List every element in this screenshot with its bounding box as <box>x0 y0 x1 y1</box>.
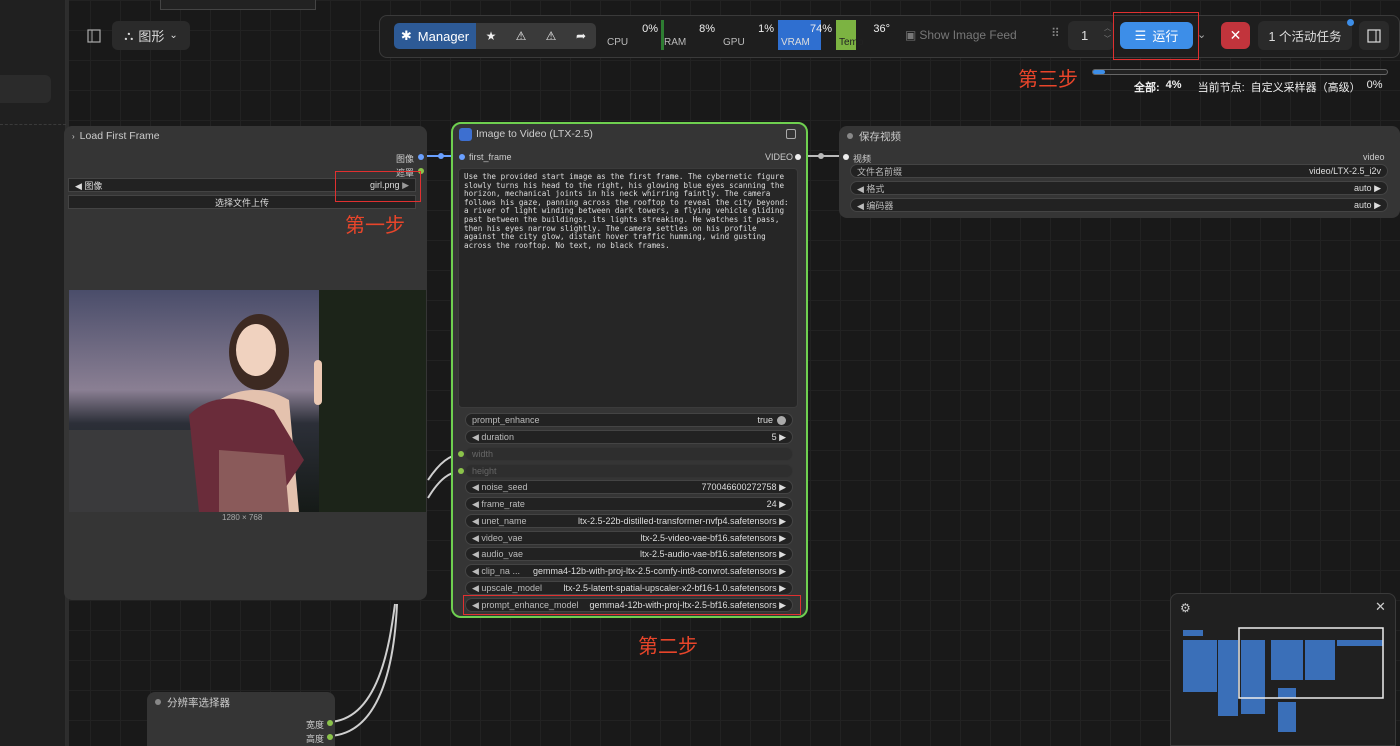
filename-prefix-field[interactable]: 文件名前缀 video/LTX-2.5_i2v <box>850 164 1388 178</box>
video-output-label-save: video <box>1363 152 1385 162</box>
progress-text: 全部: 4% 当前节点: 自定义采样器（高级） 0% <box>1134 79 1383 94</box>
image-output-label: 图像 <box>396 154 415 164</box>
height-output-port[interactable] <box>327 734 333 740</box>
gpu-monitor: 1% GPU <box>723 23 774 48</box>
expand-icon[interactable] <box>786 129 796 139</box>
close-icon[interactable]: ✕ <box>1375 599 1386 615</box>
node-badge-icon <box>459 127 472 141</box>
widget-7[interactable]: ◀ unet_name ltx-2.5-22b-distilled-transfo… <box>465 514 793 528</box>
widget-9[interactable]: ◀ audio_vae ltx-2.5-audio-vae-bf16.safete… <box>465 547 793 561</box>
puzzle-icon: ✱ <box>400 28 412 43</box>
node-alt-icon[interactable]: ⚠ <box>536 23 566 49</box>
notification-badge <box>1347 19 1354 26</box>
video-output-label: VIDEO <box>765 152 794 162</box>
collapse-icon[interactable]: › <box>72 132 75 141</box>
image-dimensions: 1280 × 768 <box>222 513 263 522</box>
arrow-right-icon[interactable]: ▶ <box>777 566 786 576</box>
step-one-label: 第一步 <box>345 213 405 237</box>
format-select[interactable]: ◀ 格式 auto ▶ <box>850 181 1388 195</box>
panel-toggle-icon[interactable] <box>80 24 108 48</box>
minimap-canvas <box>1183 627 1384 732</box>
manager-button[interactable]: ✱ Manager <box>394 23 476 49</box>
widget-input-port[interactable] <box>458 468 464 474</box>
first-frame-input-port[interactable] <box>459 154 465 160</box>
settings-sliders-icon[interactable]: ⚙ <box>1180 601 1191 615</box>
progress-bar <box>1092 69 1388 75</box>
node-status-icon <box>847 133 853 139</box>
image-feed-toggle[interactable]: ▣ Show Image Feed <box>905 28 1017 42</box>
first-frame-input-label: first_frame <box>469 152 512 162</box>
arrow-left-icon: ◀ <box>75 180 85 191</box>
width-output-label: 宽度 <box>306 720 325 730</box>
arrow-right-icon[interactable]: ▶ <box>777 499 786 509</box>
height-output-label: 高度 <box>306 734 325 744</box>
codec-select[interactable]: ◀ 编码器 auto ▶ <box>850 198 1388 212</box>
step-one-highlight <box>335 171 421 202</box>
top-tab[interactable] <box>160 0 316 10</box>
step-three-label: 第三步 <box>1018 67 1078 91</box>
video-input-port[interactable] <box>843 154 849 160</box>
temp-monitor: 36° Temp <box>836 20 894 50</box>
node-icon[interactable]: ⚠ <box>506 23 536 49</box>
widget-11[interactable]: ◀ upscale_model ltx-2.5-latent-spatial-up… <box>465 581 793 595</box>
widget-5[interactable]: ◀ noise_seed 770046600272758 ▶ <box>465 480 793 494</box>
stepper-arrows-icon[interactable]: ︿ ﹀ <box>1104 23 1111 45</box>
chevron-down-icon: ⌄ <box>169 30 178 41</box>
arrow-right-icon[interactable]: ▶ <box>777 533 786 543</box>
star-icon[interactable]: ★ <box>476 23 506 49</box>
video-output-port[interactable] <box>795 154 801 160</box>
widget-8[interactable]: ◀ video_vae ltx-2.5-video-vae-bf16.safete… <box>465 531 793 545</box>
step-two-highlight <box>463 595 801 615</box>
widget-4: height <box>465 464 793 478</box>
girl-photo <box>69 290 426 512</box>
cancel-button[interactable]: ✕ <box>1221 22 1250 49</box>
node-status-icon <box>155 699 161 705</box>
widget-3: width <box>465 447 793 461</box>
ram-monitor: 8% RAM <box>661 20 719 50</box>
graph-menu-button[interactable]: ⛬ 图形 ⌄ <box>112 21 190 50</box>
arrow-right-icon[interactable]: ▶ <box>777 432 786 442</box>
share-icon[interactable]: ➦ <box>566 23 596 49</box>
sidebar-divider <box>0 124 66 125</box>
left-sidebar <box>0 0 66 746</box>
arrow-right-icon[interactable]: ▶ <box>777 549 786 559</box>
vram-monitor: 74% VRAM <box>778 20 836 50</box>
arrow-right-icon[interactable]: ▶ <box>777 516 786 526</box>
widget-6[interactable]: ◀ frame_rate 24 ▶ <box>465 497 793 511</box>
cpu-monitor: 0% CPU <box>607 23 658 48</box>
drag-handle-icon[interactable]: ⠿ <box>1051 26 1060 40</box>
active-tasks-button[interactable]: 1 个活动任务 <box>1258 21 1352 50</box>
image-output-port[interactable] <box>418 154 424 160</box>
step-three-highlight <box>1113 12 1199 60</box>
arrow-right-icon[interactable]: ▶ <box>777 482 786 492</box>
widget-1[interactable]: prompt_enhance true <box>465 413 793 427</box>
toggle-icon[interactable] <box>777 416 786 426</box>
sidebar-item[interactable] <box>0 75 51 103</box>
widget-input-port[interactable] <box>458 451 464 457</box>
sidebar-toggle-icon[interactable] <box>1359 21 1389 50</box>
widget-10[interactable]: ◀ clip_na ... gemma4-12b-with-proj-ltx-2.… <box>465 564 793 578</box>
image-icon: ▣ <box>905 28 917 42</box>
prompt-textarea[interactable]: Use the provided start image as the firs… <box>458 168 798 408</box>
widget-2[interactable]: ◀ duration 5 ▶ <box>465 430 793 444</box>
width-output-port[interactable] <box>327 720 333 726</box>
arrow-right-icon[interactable]: ▶ <box>777 583 786 593</box>
minimap-panel[interactable]: ⚙ ✕ <box>1170 593 1396 746</box>
preview-image <box>69 290 426 512</box>
graph-icon: ⛬ <box>124 27 134 43</box>
step-two-label: 第二步 <box>638 634 698 658</box>
